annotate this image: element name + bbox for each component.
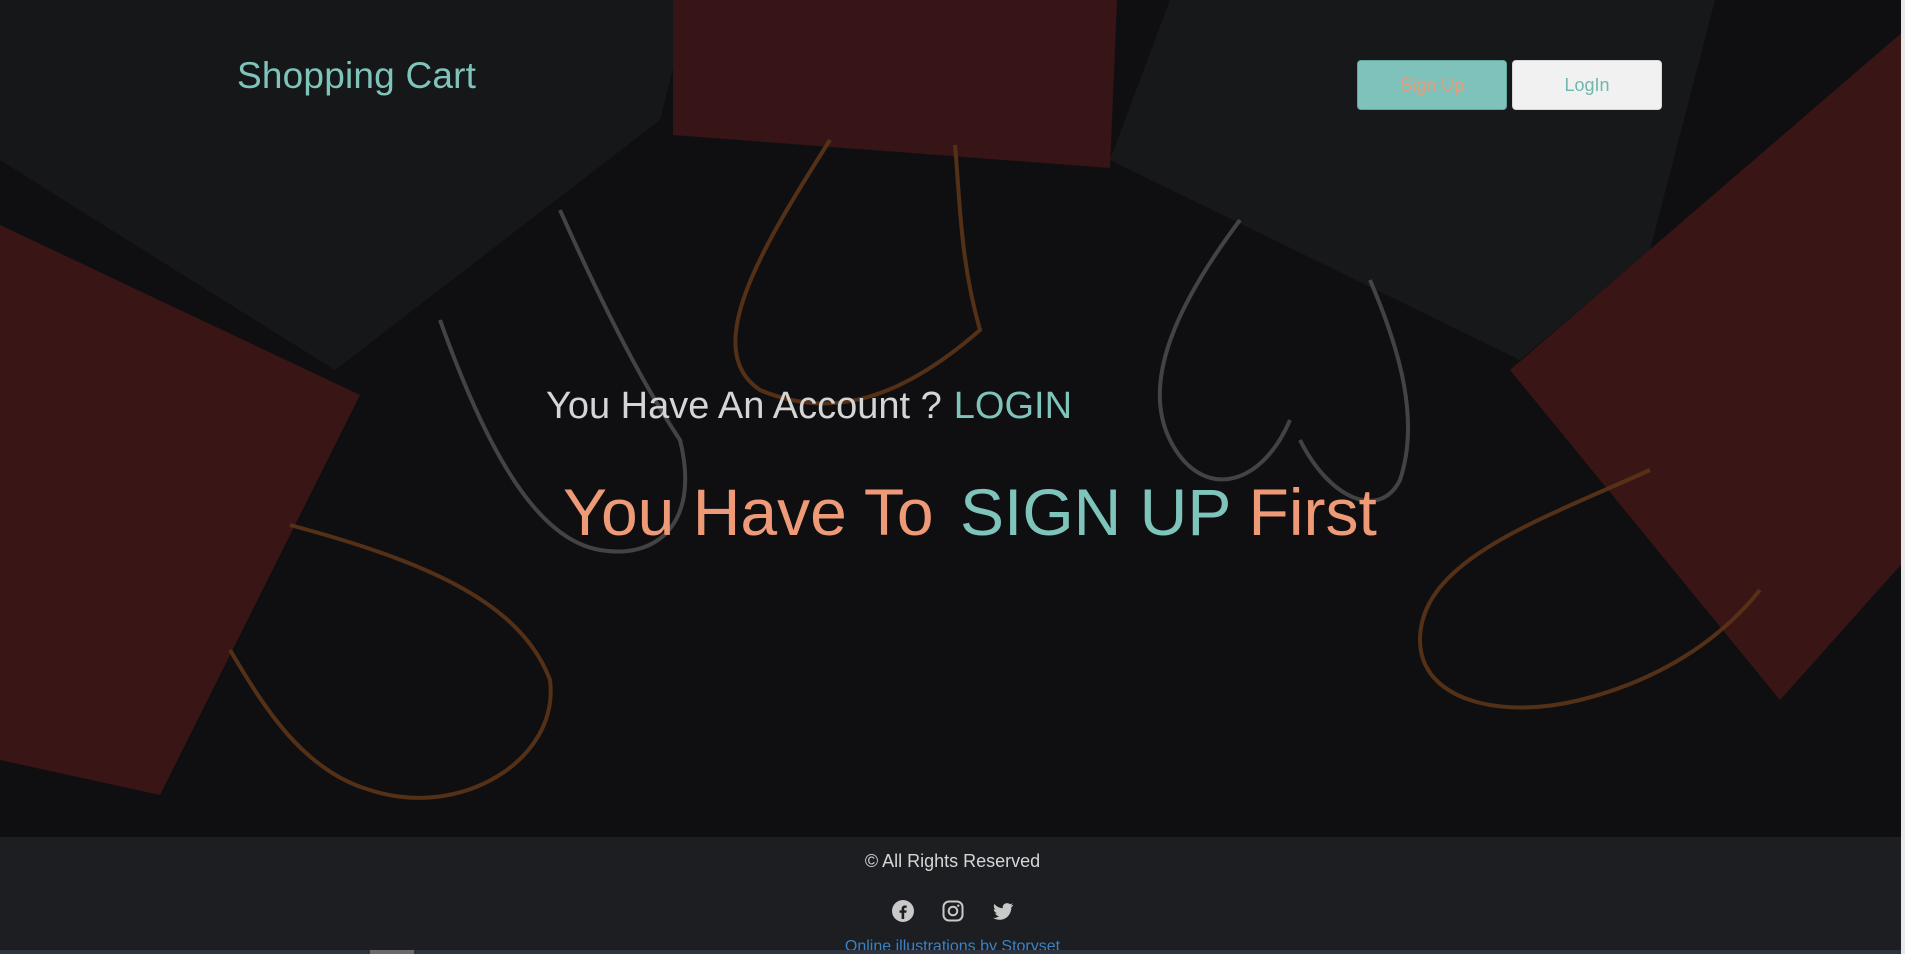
brand-title[interactable]: Shopping Cart	[237, 55, 476, 97]
account-prompt-text: You Have An Account ?	[546, 385, 942, 427]
headline-pre: You Have To	[563, 475, 934, 549]
twitter-icon[interactable]	[991, 899, 1015, 923]
login-button[interactable]: LogIn	[1512, 60, 1662, 110]
horizontal-scrollbar-thumb[interactable]	[370, 950, 414, 954]
headline-signup-accent: SIGN UP	[959, 475, 1231, 549]
hero-section: Shopping Cart Sign Up LogIn You Have An …	[0, 0, 1905, 837]
account-prompt: You Have An Account ? LOGIN	[546, 385, 1072, 428]
copyright-text: © All Rights Reserved	[864, 851, 1041, 871]
headline-post: First	[1248, 475, 1377, 549]
horizontal-scrollbar[interactable]	[0, 950, 1901, 954]
signup-button[interactable]: Sign Up	[1357, 60, 1507, 110]
social-links	[0, 899, 1905, 923]
vertical-scrollbar[interactable]	[1901, 0, 1905, 954]
login-link[interactable]: LOGIN	[954, 385, 1072, 427]
facebook-icon[interactable]	[891, 899, 915, 923]
footer: © All Rights Reserved Online illustratio…	[0, 837, 1905, 954]
signup-headline: You Have To SIGN UP First	[563, 474, 1377, 550]
instagram-icon[interactable]	[941, 899, 965, 923]
